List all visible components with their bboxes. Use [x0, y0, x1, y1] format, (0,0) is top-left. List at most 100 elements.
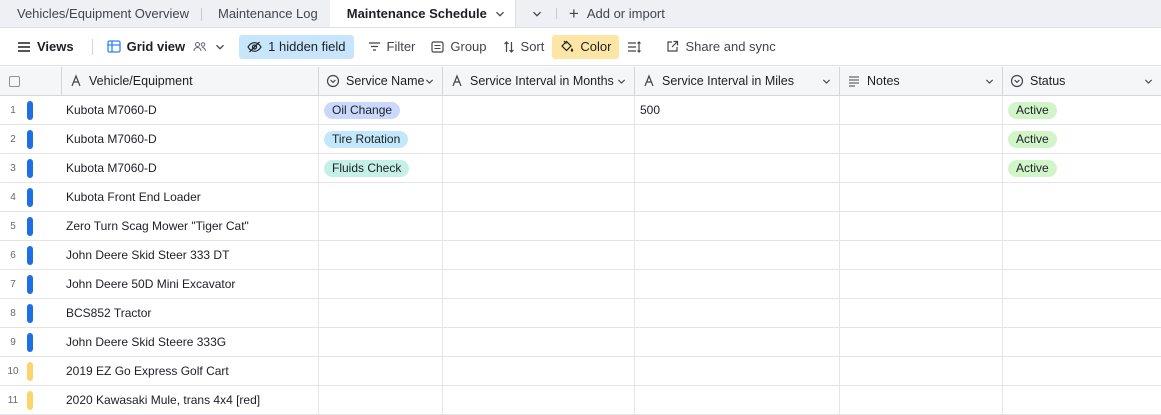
cell-interval-miles[interactable]	[635, 299, 840, 327]
cell-vehicle[interactable]: Kubota M7060-D	[62, 154, 319, 182]
cell-service-name[interactable]	[319, 241, 443, 269]
cell-interval-miles[interactable]	[635, 357, 840, 385]
chevron-down-icon[interactable]	[1144, 77, 1153, 86]
cell-notes[interactable]	[840, 357, 1003, 385]
add-or-import-button[interactable]: + Add or import	[557, 0, 675, 27]
table-row[interactable]: 5 Zero Turn Scag Mower "Tiger Cat"	[0, 212, 1161, 241]
cell-status[interactable]	[1003, 299, 1161, 327]
sort-button[interactable]: Sort	[495, 35, 553, 59]
cell-interval-miles[interactable]	[635, 183, 840, 211]
chevron-down-icon[interactable]	[425, 77, 434, 86]
views-button[interactable]: Views	[9, 35, 82, 59]
column-header-vehicle[interactable]: Vehicle/Equipment	[62, 67, 319, 95]
cell-interval-miles[interactable]	[635, 212, 840, 240]
table-row[interactable]: 1 Kubota M7060-D Oil Change 500 Active	[0, 96, 1161, 125]
cell-notes[interactable]	[840, 386, 1003, 414]
cell-interval-miles[interactable]	[635, 154, 840, 182]
cell-service-name[interactable]	[319, 328, 443, 356]
cell-service-name[interactable]	[319, 299, 443, 327]
color-button[interactable]: Color	[552, 34, 620, 59]
cell-status[interactable]	[1003, 241, 1161, 269]
cell-notes[interactable]	[840, 328, 1003, 356]
cell-service-name[interactable]	[319, 270, 443, 298]
more-tabs-button[interactable]	[516, 0, 556, 27]
cell-status[interactable]	[1003, 270, 1161, 298]
cell-status[interactable]	[1003, 183, 1161, 211]
cell-interval-months[interactable]	[443, 270, 635, 298]
cell-vehicle[interactable]: Kubota M7060-D	[62, 125, 319, 153]
cell-interval-months[interactable]	[443, 183, 635, 211]
cell-interval-months[interactable]	[443, 154, 635, 182]
table-row[interactable]: 10 2019 EZ Go Express Golf Cart	[0, 357, 1161, 386]
chevron-down-icon[interactable]	[985, 77, 994, 86]
cell-notes[interactable]	[840, 299, 1003, 327]
row-number-cell[interactable]: 11	[0, 386, 62, 414]
row-number-cell[interactable]: 7	[0, 270, 62, 298]
hide-fields-button[interactable]: 1 hidden field	[239, 34, 354, 59]
row-number-cell[interactable]: 4	[0, 183, 62, 211]
cell-service-name[interactable]	[319, 357, 443, 385]
cell-vehicle[interactable]: Kubota M7060-D	[62, 96, 319, 124]
column-header-status[interactable]: Status	[1003, 67, 1161, 95]
cell-service-name[interactable]	[319, 183, 443, 211]
cell-status[interactable]	[1003, 357, 1161, 385]
column-header-notes[interactable]: Notes	[840, 67, 1003, 95]
table-row[interactable]: 8 BCS852 Tractor	[0, 299, 1161, 328]
row-number-cell[interactable]: 5	[0, 212, 62, 240]
cell-notes[interactable]	[840, 241, 1003, 269]
cell-interval-months[interactable]	[443, 386, 635, 414]
cell-notes[interactable]	[840, 270, 1003, 298]
cell-status[interactable]	[1003, 386, 1161, 414]
chevron-down-icon[interactable]	[822, 77, 831, 86]
column-header-interval-months[interactable]: Service Interval in Months	[443, 67, 635, 95]
cell-status[interactable]: Active	[1003, 96, 1161, 124]
cell-interval-miles[interactable]	[635, 125, 840, 153]
table-row[interactable]: 7 John Deere 50D Mini Excavator	[0, 270, 1161, 299]
cell-notes[interactable]	[840, 183, 1003, 211]
table-row[interactable]: 3 Kubota M7060-D Fluids Check Active	[0, 154, 1161, 183]
cell-vehicle[interactable]: Zero Turn Scag Mower "Tiger Cat"	[62, 212, 319, 240]
share-and-sync-button[interactable]: Share and sync	[658, 35, 783, 59]
column-header-interval-miles[interactable]: Service Interval in Miles	[635, 67, 840, 95]
cell-notes[interactable]	[840, 212, 1003, 240]
table-row[interactable]: 11 2020 Kawasaki Mule, trans 4x4 [red]	[0, 386, 1161, 415]
cell-vehicle[interactable]: 2020 Kawasaki Mule, trans 4x4 [red]	[62, 386, 319, 414]
cell-vehicle[interactable]: John Deere 50D Mini Excavator	[62, 270, 319, 298]
cell-service-name[interactable]	[319, 212, 443, 240]
chevron-down-icon[interactable]	[495, 9, 505, 19]
tab-maintenance-schedule[interactable]: Maintenance Schedule	[329, 0, 516, 27]
grid-view-button[interactable]: Grid view	[99, 35, 234, 59]
cell-interval-months[interactable]	[443, 96, 635, 124]
cell-interval-months[interactable]	[443, 125, 635, 153]
cell-vehicle[interactable]: John Deere Skid Steer 333 DT	[62, 241, 319, 269]
row-number-cell[interactable]: 2	[0, 125, 62, 153]
cell-interval-months[interactable]	[443, 328, 635, 356]
table-row[interactable]: 6 John Deere Skid Steer 333 DT	[0, 241, 1161, 270]
cell-interval-months[interactable]	[443, 241, 635, 269]
cell-interval-months[interactable]	[443, 212, 635, 240]
cell-service-name[interactable]: Tire Rotation	[319, 125, 443, 153]
chevron-down-icon[interactable]	[617, 77, 626, 86]
row-height-button[interactable]	[619, 35, 650, 59]
cell-vehicle[interactable]: BCS852 Tractor	[62, 299, 319, 327]
table-row[interactable]: 2 Kubota M7060-D Tire Rotation Active	[0, 125, 1161, 154]
cell-notes[interactable]	[840, 96, 1003, 124]
cell-interval-miles[interactable]	[635, 328, 840, 356]
tab-maintenance-log[interactable]: Maintenance Log	[200, 0, 330, 27]
cell-status[interactable]	[1003, 328, 1161, 356]
cell-notes[interactable]	[840, 154, 1003, 182]
cell-vehicle[interactable]: John Deere Skid Steere 333G	[62, 328, 319, 356]
group-button[interactable]: Group	[423, 35, 494, 59]
tab-vehicles-equipment-overview[interactable]: Vehicles/Equipment Overview	[0, 0, 201, 27]
row-number-cell[interactable]: 9	[0, 328, 62, 356]
cell-interval-miles[interactable]	[635, 270, 840, 298]
table-row[interactable]: 4 Kubota Front End Loader	[0, 183, 1161, 212]
cell-status[interactable]: Active	[1003, 125, 1161, 153]
cell-service-name[interactable]: Fluids Check	[319, 154, 443, 182]
row-number-cell[interactable]: 6	[0, 241, 62, 269]
cell-vehicle[interactable]: 2019 EZ Go Express Golf Cart	[62, 357, 319, 385]
cell-status[interactable]: Active	[1003, 154, 1161, 182]
cell-interval-months[interactable]	[443, 357, 635, 385]
cell-notes[interactable]	[840, 125, 1003, 153]
select-all-checkbox[interactable]	[9, 75, 20, 87]
